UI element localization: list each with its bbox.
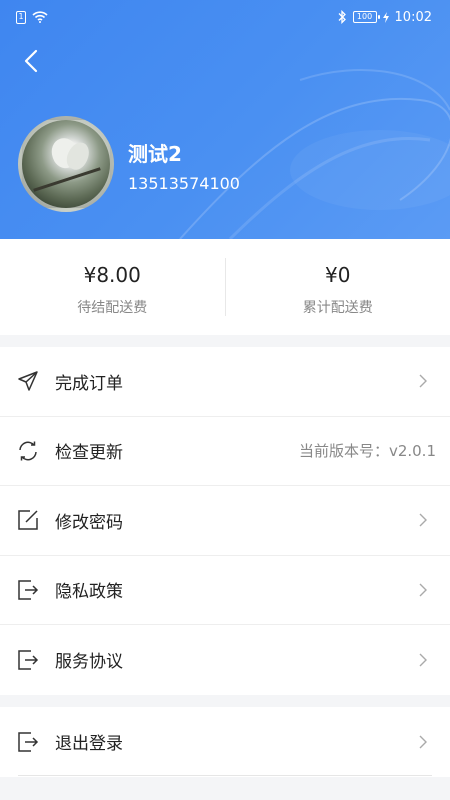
- pending-fee[interactable]: ¥8.00 待结配送费: [0, 257, 225, 317]
- chevron-right-icon: [419, 374, 427, 388]
- total-fee-value: ¥0: [325, 263, 351, 287]
- menu-item-check-update[interactable]: 检查更新 当前版本号：v2.0.1: [0, 417, 450, 486]
- user-name: 测试2: [128, 142, 182, 166]
- version-text: 当前版本号：v2.0.1: [298, 442, 436, 461]
- back-icon: [24, 49, 38, 73]
- refresh-icon: [16, 439, 40, 463]
- status-time: 10:02: [394, 9, 432, 25]
- menu-label-check-update: 检查更新: [55, 443, 123, 464]
- menu-item-change-password[interactable]: 修改密码: [0, 486, 450, 556]
- exit-icon: [16, 730, 40, 754]
- edit-icon: [16, 508, 40, 532]
- total-fee-label: 累计配送费: [302, 300, 373, 316]
- settings-menu: 完成订单 检查更新 当前版本号：v2.0.1 修改密码 隐私政策 服务协议: [0, 347, 450, 695]
- menu-label-service-agreement: 服务协议: [55, 652, 123, 673]
- send-icon: [16, 369, 40, 393]
- back-button[interactable]: [14, 44, 48, 78]
- user-phone: 13513574100: [128, 174, 240, 193]
- avatar[interactable]: [18, 116, 114, 212]
- menu-item-privacy-policy[interactable]: 隐私政策: [0, 556, 450, 625]
- logout-section: 退出登录: [0, 707, 450, 777]
- exit-icon: [16, 578, 40, 602]
- avatar-branch: [33, 167, 101, 192]
- total-fee[interactable]: ¥0 累计配送费: [226, 257, 450, 317]
- profile-header: 1 100 10:02 测试2 13513574100: [0, 0, 450, 239]
- menu-label-privacy-policy: 隐私政策: [55, 582, 123, 603]
- pending-fee-value: ¥8.00: [83, 263, 141, 287]
- wifi-icon: [32, 11, 48, 23]
- chevron-right-icon: [419, 653, 427, 667]
- status-bar: 1 100 10:02: [0, 0, 450, 34]
- menu-label-complete-orders: 完成订单: [55, 373, 123, 394]
- menu-item-complete-orders[interactable]: 完成订单: [0, 347, 450, 417]
- sim-icon: 1: [16, 10, 26, 24]
- menu-item-service-agreement[interactable]: 服务协议: [0, 625, 450, 695]
- battery-icon: 100: [352, 11, 380, 23]
- chevron-right-icon: [419, 583, 427, 597]
- chevron-right-icon: [419, 513, 427, 527]
- bluetooth-icon: [338, 10, 346, 24]
- chevron-right-icon: [419, 735, 427, 749]
- menu-item-logout[interactable]: 退出登录: [0, 707, 450, 777]
- pending-fee-label: 待结配送费: [77, 300, 148, 316]
- bottom-divider: [18, 775, 432, 776]
- charging-icon: [382, 11, 389, 23]
- exit-icon: [16, 648, 40, 672]
- menu-label-logout: 退出登录: [55, 734, 123, 755]
- menu-label-change-password: 修改密码: [55, 512, 123, 533]
- fee-stats: ¥8.00 待结配送费 ¥0 累计配送费: [0, 239, 450, 335]
